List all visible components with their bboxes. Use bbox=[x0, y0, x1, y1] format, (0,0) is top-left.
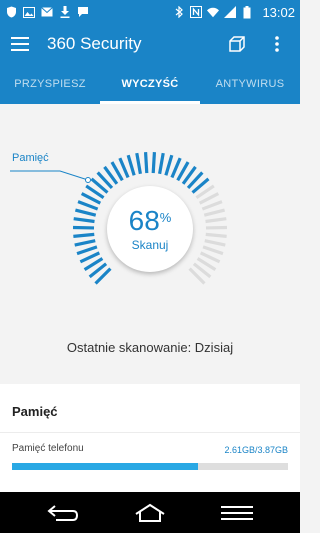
mail-icon bbox=[41, 6, 53, 18]
card-title: Pamięć bbox=[12, 404, 58, 419]
app-title: 360 Security bbox=[47, 34, 142, 53]
menu-lines-icon[interactable] bbox=[217, 498, 257, 528]
nfc-icon bbox=[190, 6, 203, 18]
gauge-tick bbox=[201, 200, 223, 211]
app-bar: 360 Security bbox=[0, 24, 300, 64]
gauge-tick bbox=[73, 217, 95, 224]
tab-bar: PRZYSPIESZ WYCZYŚĆ ANTYWIRUS bbox=[0, 64, 300, 104]
scan-button[interactable]: 68 % Skanuj bbox=[107, 186, 193, 272]
gauge-tick bbox=[170, 157, 182, 179]
gauge-tick bbox=[76, 245, 98, 256]
percent-sign: % bbox=[159, 210, 172, 225]
back-icon[interactable] bbox=[43, 498, 83, 528]
scan-label: Skanuj bbox=[131, 238, 169, 252]
tab-antywirus[interactable]: ANTYWIRUS bbox=[200, 64, 300, 104]
box-icon[interactable] bbox=[224, 31, 250, 57]
bluetooth-icon bbox=[173, 6, 185, 18]
tab-przyspiesz[interactable]: PRZYSPIESZ bbox=[0, 64, 100, 104]
gauge-tick bbox=[203, 208, 226, 217]
gauge-tick bbox=[74, 208, 97, 217]
battery-icon bbox=[241, 5, 253, 18]
signal-icon bbox=[224, 6, 237, 18]
gauge-tick bbox=[164, 154, 174, 176]
gauge-tick bbox=[158, 152, 165, 175]
gauge-tick bbox=[118, 157, 130, 179]
chat-icon bbox=[77, 6, 89, 18]
clock: 13:02 bbox=[262, 4, 295, 20]
image-icon bbox=[23, 6, 35, 18]
more-options-icon[interactable] bbox=[264, 31, 290, 57]
gauge-tick bbox=[73, 232, 95, 238]
storage-progress-fill bbox=[12, 463, 199, 470]
gauge-tick bbox=[143, 152, 149, 174]
memory-card: Pamięć Pamięć telefonu 2.61GB/3.87GB bbox=[0, 384, 300, 492]
cleaner-panel: Pamięć 68 % Skanuj Ostatnie skanowanie: … bbox=[0, 104, 300, 384]
gauge-tick bbox=[205, 217, 227, 224]
storage-item-value: 2.61GB/3.87GB bbox=[224, 445, 288, 455]
storage-item-name: Pamięć telefonu bbox=[12, 443, 84, 454]
shield-icon bbox=[5, 6, 17, 18]
gauge-tick bbox=[77, 200, 99, 211]
status-bar: 13:02 bbox=[0, 0, 300, 24]
gauge-tick bbox=[135, 152, 142, 175]
navigation-bar bbox=[0, 492, 300, 533]
gauge-tick bbox=[126, 154, 136, 176]
storage-progress-bar bbox=[12, 463, 288, 470]
gauge-tick bbox=[151, 152, 157, 174]
menu-icon[interactable] bbox=[10, 34, 30, 54]
gauge-tick bbox=[74, 239, 96, 247]
gauge-tick bbox=[202, 245, 224, 256]
wifi-icon bbox=[207, 6, 220, 18]
tab-wyczysc[interactable]: WYCZYŚĆ bbox=[100, 64, 200, 104]
gauge-callout-label: Pamięć bbox=[12, 152, 49, 164]
divider bbox=[0, 432, 300, 433]
gauge-tick bbox=[205, 232, 227, 238]
home-icon[interactable] bbox=[130, 498, 170, 528]
gauge-tick bbox=[204, 239, 226, 247]
download-icon bbox=[59, 6, 71, 18]
last-scan-text: Ostatnie skanowanie: Dzisiaj bbox=[66, 340, 234, 355]
usage-percent: 68 bbox=[128, 205, 160, 236]
